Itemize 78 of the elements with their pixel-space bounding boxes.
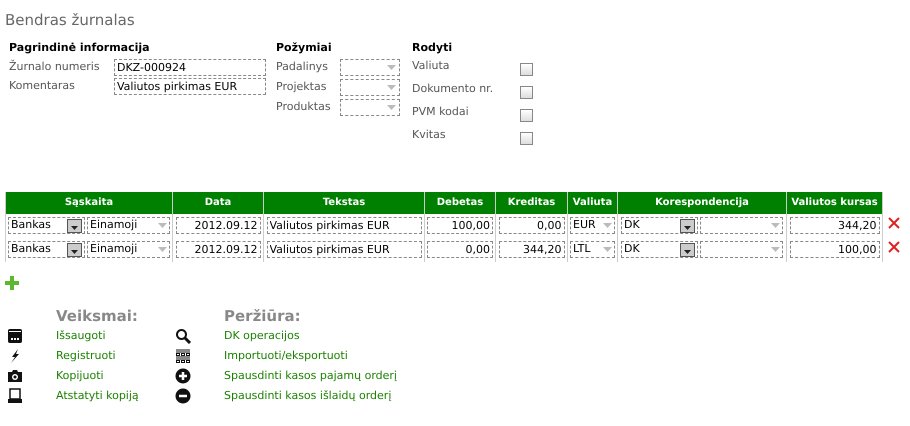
column-header: Sąskaita xyxy=(6,192,172,214)
dropdown[interactable]: Bankas xyxy=(8,217,85,234)
checkbox-label: Dokumento nr. xyxy=(412,80,494,97)
page-title: Bendras žurnalas xyxy=(5,10,136,31)
field-label: Projektas xyxy=(276,79,328,96)
caret-icon[interactable] xyxy=(683,248,692,254)
dropdown[interactable] xyxy=(700,217,783,234)
dropdown-button[interactable] xyxy=(680,218,695,232)
dropdown[interactable] xyxy=(340,59,400,76)
text-field[interactable]: 0,00 xyxy=(427,241,493,258)
section-heading: Veiksmai: xyxy=(55,307,139,326)
action-link[interactable]: Importuoti/eksportuoti xyxy=(224,348,348,364)
column-header: Debetas xyxy=(424,192,496,214)
field-label: Produktas xyxy=(276,99,332,116)
section-heading: Peržiūra: xyxy=(223,307,302,326)
text-field[interactable]: Valiutos pirkimas EUR xyxy=(114,78,266,94)
column-header: Tekstas xyxy=(264,192,424,214)
section-heading: Rodyti xyxy=(412,40,454,54)
action-link[interactable]: DK operacijos xyxy=(224,328,300,344)
search-icon[interactable] xyxy=(175,328,191,344)
checkbox[interactable] xyxy=(520,86,533,98)
text-field[interactable]: 344,20 xyxy=(790,217,880,234)
text-field[interactable]: Valiutos pirkimas EUR xyxy=(266,241,422,258)
dropdown[interactable]: DK xyxy=(621,217,698,234)
save-icon[interactable] xyxy=(7,328,23,344)
action-link[interactable]: Registruoti xyxy=(56,348,116,364)
caret-icon[interactable] xyxy=(70,248,79,254)
column-header: Korespondencija xyxy=(618,192,786,214)
action-link[interactable]: Spausdinti kasos pajamų orderį xyxy=(224,368,397,384)
action-link[interactable]: Išsaugoti xyxy=(56,328,106,344)
laptop-icon[interactable] xyxy=(7,388,23,404)
column-header: Valiutos kursas xyxy=(786,192,882,214)
text-field[interactable]: 344,20 xyxy=(498,241,564,258)
checkbox[interactable] xyxy=(520,62,533,76)
dropdown[interactable]: EUR xyxy=(570,217,615,234)
checkbox-label: PVM kodai xyxy=(412,104,470,120)
column-header: Valiuta xyxy=(568,192,618,214)
dropdown[interactable] xyxy=(700,241,783,258)
action-link[interactable]: Atstatyti kopiją xyxy=(56,388,139,404)
text-field[interactable]: 100,00 xyxy=(427,217,493,234)
text-field[interactable]: 2012.09.12 xyxy=(176,241,260,258)
column-header: Data xyxy=(172,192,264,214)
checkbox-label: Kvitas xyxy=(412,126,447,143)
dropdown[interactable]: Einamoji xyxy=(87,217,170,234)
column-header: Kreditas xyxy=(496,192,568,214)
minus-circle-icon[interactable] xyxy=(175,388,191,404)
caret-icon[interactable] xyxy=(683,224,692,230)
checkbox[interactable] xyxy=(520,132,533,144)
text-field[interactable]: Valiutos pirkimas EUR xyxy=(266,217,422,234)
caret-icon[interactable] xyxy=(70,224,79,230)
field-label: Padalinys xyxy=(276,59,329,76)
delete-icon[interactable] xyxy=(888,216,900,229)
dropdown[interactable] xyxy=(340,99,400,116)
dropdown-button[interactable] xyxy=(680,242,695,256)
grid-icon[interactable] xyxy=(175,348,191,364)
checkbox[interactable] xyxy=(520,108,533,122)
dropdown[interactable]: DK xyxy=(621,241,698,258)
dropdown[interactable]: LTL xyxy=(570,241,615,258)
text-field[interactable]: 100,00 xyxy=(790,241,880,258)
delete-icon[interactable] xyxy=(888,240,900,253)
text-field[interactable]: 2012.09.12 xyxy=(176,217,260,234)
dropdown-button[interactable] xyxy=(67,218,82,232)
field-label: Žurnalo numeris xyxy=(9,58,101,75)
action-link[interactable]: Spausdinti kasos išlaidų orderį xyxy=(224,388,392,404)
dropdown[interactable]: Einamoji xyxy=(87,241,170,258)
section-heading: Pagrindinė informacija xyxy=(9,40,151,54)
dropdown[interactable]: Bankas xyxy=(8,241,85,258)
dropdown-button[interactable] xyxy=(67,242,82,256)
action-link[interactable]: Kopijuoti xyxy=(56,368,104,384)
checkbox-label: Valiuta xyxy=(412,58,451,74)
text-field[interactable]: 0,00 xyxy=(498,217,564,234)
camera-icon[interactable] xyxy=(7,368,23,384)
dropdown[interactable] xyxy=(340,79,400,96)
plus-circle-icon[interactable] xyxy=(175,368,191,384)
text-field[interactable]: DKZ-000924 xyxy=(114,58,266,76)
section-heading: Požymiai xyxy=(276,40,333,54)
field-label: Komentaras xyxy=(9,78,76,94)
add-icon[interactable] xyxy=(5,276,19,290)
